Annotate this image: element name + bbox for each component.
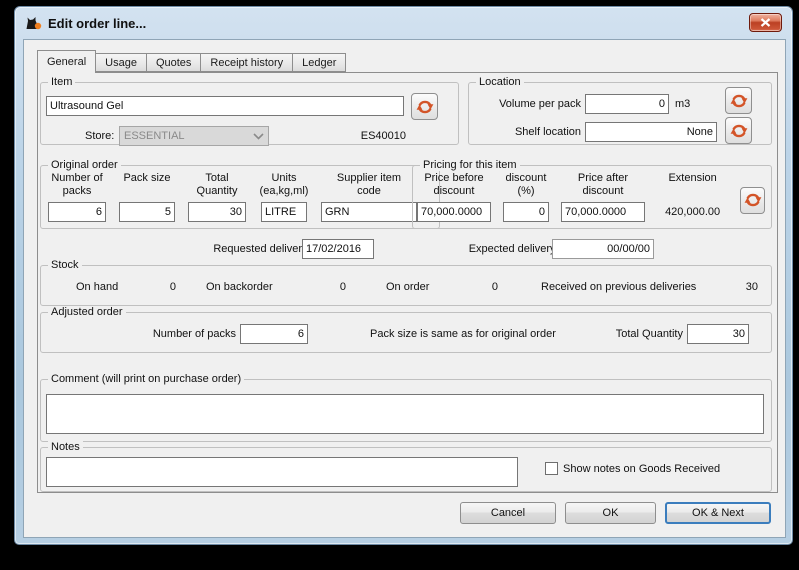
close-icon — [760, 18, 771, 27]
tab-bar: General Usage Quotes Receipt history Led… — [37, 50, 346, 73]
number-of-packs-header: Number of packs — [51, 172, 102, 200]
chevron-down-icon — [253, 133, 264, 140]
tab-receipt-history[interactable]: Receipt history — [201, 53, 293, 72]
item-code-text: ES40010 — [336, 130, 406, 142]
price-after-discount-input[interactable] — [561, 202, 645, 222]
total-quantity-input[interactable] — [188, 202, 246, 222]
location-group-label: Location — [476, 76, 524, 88]
expected-delivery-date-input[interactable] — [552, 239, 654, 259]
adjusted-order-group-label: Adjusted order — [48, 306, 126, 318]
on-backorder-value: 0 — [291, 281, 346, 293]
comment-group: Comment (will print on purchase order) — [40, 379, 772, 442]
pack-size-input[interactable] — [119, 202, 175, 222]
adjusted-packs-input[interactable] — [240, 324, 308, 344]
adjusted-order-row: Number of packs Pack size is same as for… — [41, 324, 771, 344]
item-group: Item Store: ESSENTIAL — [40, 82, 459, 145]
supplier-item-code-input[interactable] — [321, 202, 417, 222]
refresh-icon — [730, 92, 748, 110]
button-bar: Cancel OK OK & Next — [460, 502, 771, 524]
original-order-group: Original order Number of packs Pack size… — [40, 165, 440, 229]
volume-refresh-button[interactable] — [725, 87, 752, 114]
ok-next-button[interactable]: OK & Next — [665, 502, 771, 524]
original-order-group-label: Original order — [48, 159, 121, 171]
units-input[interactable] — [261, 202, 307, 222]
window-title: Edit order line... — [48, 16, 146, 31]
stock-row: On hand 0 On backorder 0 On order 0 Rece… — [76, 281, 758, 293]
comment-textarea[interactable] — [46, 394, 764, 434]
volume-per-pack-label: Volume per pack — [483, 98, 581, 110]
store-dropdown[interactable]: ESSENTIAL — [119, 126, 269, 146]
store-label: Store: — [85, 130, 114, 142]
pricing-group-label: Pricing for this item — [420, 159, 520, 171]
discount-input[interactable] — [503, 202, 549, 222]
refresh-icon — [416, 98, 434, 116]
stock-group: Stock On hand 0 On backorder 0 On order … — [40, 265, 772, 306]
tab-quotes[interactable]: Quotes — [147, 53, 201, 72]
adjusted-total-input[interactable] — [687, 324, 749, 344]
ok-button[interactable]: OK — [565, 502, 656, 524]
dialog-client-area: General Usage Quotes Receipt history Led… — [23, 39, 786, 538]
adjusted-total-label: Total Quantity — [616, 328, 683, 340]
delivery-dates-row: Requested delivery date Expected deliver… — [38, 239, 777, 261]
app-icon — [25, 15, 42, 31]
on-hand-label: On hand — [76, 281, 131, 293]
requested-delivery-date-input[interactable] — [302, 239, 374, 259]
on-backorder-label: On backorder — [206, 281, 291, 293]
edit-order-line-dialog: Edit order line... General Usage Quotes … — [14, 6, 793, 545]
general-tab-panel: Item Store: ESSENTIAL — [37, 72, 778, 493]
units-header: Units (ea,kg,ml) — [260, 172, 309, 200]
on-hand-value: 0 — [131, 281, 176, 293]
price-before-discount-header: Price before discount — [424, 172, 483, 200]
volume-per-pack-input[interactable] — [585, 94, 669, 114]
adjusted-order-group: Adjusted order Number of packs Pack size… — [40, 312, 772, 353]
close-button[interactable] — [749, 13, 782, 32]
item-refresh-button[interactable] — [411, 93, 438, 120]
notes-textarea[interactable] — [46, 457, 518, 487]
shelf-location-label: Shelf location — [483, 126, 581, 138]
stock-group-label: Stock — [48, 259, 82, 271]
pack-size-header: Pack size — [123, 172, 170, 200]
refresh-icon — [730, 122, 748, 140]
price-before-discount-input[interactable] — [417, 202, 491, 222]
titlebar[interactable]: Edit order line... — [15, 7, 792, 39]
tab-general[interactable]: General — [37, 50, 96, 73]
tab-usage[interactable]: Usage — [96, 53, 147, 72]
received-previous-deliveries-value: 30 — [701, 281, 758, 293]
adjusted-packs-label: Number of packs — [136, 328, 236, 340]
number-of-packs-input[interactable] — [48, 202, 106, 222]
show-notes-checkbox[interactable] — [545, 462, 558, 475]
received-previous-deliveries-label: Received on previous deliveries — [541, 281, 701, 293]
notes-group-label: Notes — [48, 441, 83, 453]
extension-value: 420,000.00 — [665, 206, 720, 218]
total-quantity-header: Total Quantity — [197, 172, 238, 200]
tab-ledger[interactable]: Ledger — [293, 53, 346, 72]
pricing-refresh-button[interactable] — [740, 187, 765, 214]
supplier-item-code-header: Supplier item code — [337, 172, 401, 200]
volume-unit-label: m3 — [675, 98, 690, 110]
pack-size-same-note: Pack size is same as for original order — [370, 328, 556, 340]
shelf-refresh-button[interactable] — [725, 117, 752, 144]
discount-header: discount (%) — [506, 172, 547, 200]
comment-group-label: Comment (will print on purchase order) — [48, 373, 244, 385]
item-name-input[interactable] — [46, 96, 404, 116]
location-group: Location Volume per pack m3 Shelf locati… — [468, 82, 772, 145]
refresh-icon — [744, 191, 762, 209]
show-notes-checkbox-label: Show notes on Goods Received — [563, 463, 720, 475]
pricing-group: Pricing for this item Price before disco… — [412, 165, 772, 229]
price-after-discount-header: Price after discount — [578, 172, 628, 200]
item-group-label: Item — [48, 76, 75, 88]
extension-header: Extension — [668, 172, 716, 200]
on-order-label: On order — [386, 281, 441, 293]
on-order-value: 0 — [441, 281, 498, 293]
shelf-location-input[interactable] — [585, 122, 717, 142]
cancel-button[interactable]: Cancel — [460, 502, 556, 524]
notes-group: Notes Show notes on Goods Received — [40, 447, 772, 492]
store-dropdown-value: ESSENTIAL — [124, 130, 185, 142]
